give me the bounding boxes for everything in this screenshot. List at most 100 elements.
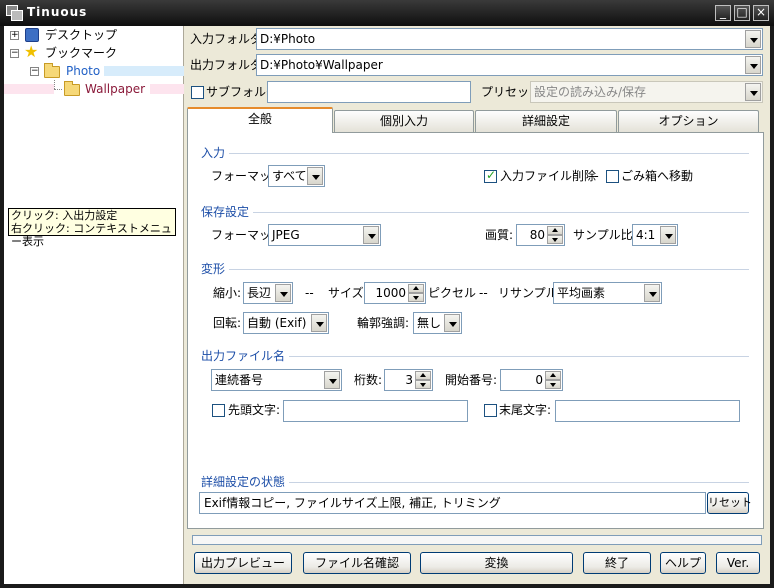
spin-up-icon[interactable] <box>545 371 561 380</box>
chevron-down-icon[interactable] <box>644 284 660 302</box>
size-stepper[interactable]: 1000 <box>364 282 426 304</box>
start-number-stepper[interactable]: 0 <box>500 369 563 391</box>
spin-down-icon[interactable] <box>415 380 431 389</box>
spin-up-icon[interactable] <box>408 284 424 293</box>
exit-button[interactable]: 終了 <box>583 552 651 574</box>
save-format-select[interactable]: JPEG <box>268 224 381 246</box>
chevron-down-icon[interactable] <box>745 83 761 101</box>
chevron-down-icon[interactable] <box>444 314 460 332</box>
chevron-down-icon[interactable] <box>363 226 379 244</box>
spin-up-icon[interactable] <box>547 226 563 235</box>
input-folder-value: D:¥Photo <box>260 32 316 46</box>
bookmark-highlight <box>4 84 54 94</box>
spin-down-icon[interactable] <box>547 235 563 244</box>
input-folder-combo[interactable]: D:¥Photo <box>256 28 763 50</box>
edge-enhance-label: 輪郭強調: <box>357 316 410 330</box>
shrink-label: 縮小: <box>213 286 242 300</box>
window-title: Tinuous <box>27 5 88 19</box>
tree-item-photo[interactable]: − Photo <box>4 62 184 80</box>
input-group-title: 入力 <box>201 145 230 161</box>
preset-combo[interactable]: 設定の読み込み/保存 <box>530 81 763 103</box>
size-value: 1000 <box>375 286 406 300</box>
chevron-down-icon[interactable] <box>745 56 761 74</box>
tree-line <box>54 80 55 89</box>
tab-general[interactable]: 全般 <box>187 107 333 133</box>
edge-enhance-value: 無し <box>417 316 442 330</box>
separator-text: -- <box>305 286 314 300</box>
prefix-checkbox[interactable] <box>212 404 225 417</box>
save-format-value: JPEG <box>272 228 300 242</box>
quality-value: 80 <box>529 228 545 242</box>
filename-mode-select[interactable]: 連続番号 <box>211 369 342 391</box>
reset-button[interactable]: リセット <box>707 492 752 514</box>
spin-down-icon[interactable] <box>545 380 561 389</box>
start-number-label: 開始番号: <box>445 373 498 387</box>
help-button[interactable]: ヘルプ <box>660 552 706 574</box>
digits-value: 3 <box>405 373 413 387</box>
sample-ratio-select[interactable]: 4:1 <box>632 224 678 246</box>
pixel-unit-label: ピクセル <box>428 286 477 300</box>
input-format-value: すべて <box>272 169 307 183</box>
star-icon: ★ <box>24 42 39 61</box>
output-folder-label: 出力フォルダ: <box>190 58 267 72</box>
close-button[interactable]: × <box>753 5 769 21</box>
spin-up-icon[interactable] <box>415 371 431 380</box>
desktop-icon <box>25 28 39 42</box>
input-folder-label: 入力フォルダ: <box>190 32 267 46</box>
tree-item-bookmark[interactable]: − ★ ブックマーク <box>4 42 184 62</box>
folder-icon <box>44 63 60 78</box>
minimize-button[interactable]: _ <box>715 5 731 21</box>
preset-value: 設定の読み込み/保存 <box>534 85 647 99</box>
chevron-down-icon[interactable] <box>324 371 340 389</box>
suffix-input[interactable] <box>555 400 740 422</box>
delete-input-checkbox[interactable] <box>484 168 497 183</box>
resample-select[interactable]: 平均画素 <box>553 282 662 304</box>
convert-button[interactable]: 変換 <box>420 552 573 574</box>
output-preview-button[interactable]: 出力プレビュー <box>194 552 292 574</box>
tree-line <box>54 89 62 90</box>
filename-group-title: 出力ファイル名 <box>201 348 290 364</box>
quality-stepper[interactable]: 80 <box>516 224 565 246</box>
collapse-icon[interactable]: − <box>30 67 39 76</box>
collapse-icon[interactable]: − <box>10 49 19 58</box>
rotate-select[interactable]: 自動 (Exif) <box>243 312 329 334</box>
prefix-input[interactable] <box>283 400 468 422</box>
prefix-label: 先頭文字: <box>228 403 281 417</box>
subfolder-checkbox[interactable] <box>191 86 204 99</box>
filename-mode-value: 連続番号 <box>215 373 264 387</box>
spin-down-icon[interactable] <box>408 293 424 302</box>
advanced-status-display: Exif情報コピー, ファイルサイズ上限, 補正, トリミング <box>199 492 706 514</box>
tree-item-label: Wallpaper <box>85 82 146 96</box>
chevron-down-icon[interactable] <box>660 226 676 244</box>
filename-check-button[interactable]: ファイル名確認 <box>303 552 411 574</box>
suffix-checkbox[interactable] <box>484 404 497 417</box>
tree-item-wallpaper[interactable]: Wallpaper <box>4 80 184 98</box>
folder-tree[interactable]: + デスクトップ − ★ ブックマーク − Photo Wallpaper <box>4 26 184 584</box>
move-to-trash-checkbox[interactable] <box>606 170 619 183</box>
tooltip-line: クリック: 入出力設定 <box>11 209 118 222</box>
rotate-label: 回転: <box>213 316 242 330</box>
tab-options[interactable]: オプション <box>618 110 759 132</box>
tab-advanced[interactable]: 詳細設定 <box>475 110 617 132</box>
window-frame-right <box>770 26 774 588</box>
subfolder-input[interactable] <box>267 81 471 103</box>
edge-enhance-select[interactable]: 無し <box>413 312 462 334</box>
chevron-down-icon[interactable] <box>745 30 761 48</box>
expand-icon[interactable]: + <box>10 31 19 40</box>
sample-ratio-label: サンプル比: <box>573 228 637 242</box>
chevron-down-icon[interactable] <box>275 284 291 302</box>
chevron-down-icon[interactable] <box>307 167 323 185</box>
rotate-value: 自動 (Exif) <box>247 316 307 330</box>
window-frame-bottom <box>0 584 774 588</box>
output-folder-value: D:¥Photo¥Wallpaper <box>260 58 383 72</box>
digits-stepper[interactable]: 3 <box>384 369 433 391</box>
suffix-label: 末尾文字: <box>499 403 552 417</box>
input-format-select[interactable]: すべて <box>268 165 325 187</box>
maximize-button[interactable]: □ <box>734 5 750 21</box>
output-folder-combo[interactable]: D:¥Photo¥Wallpaper <box>256 54 763 76</box>
chevron-down-icon[interactable] <box>311 314 327 332</box>
tree-item-label: Photo <box>66 64 101 78</box>
shrink-select[interactable]: 長辺 <box>243 282 293 304</box>
version-button[interactable]: Ver. <box>716 552 760 574</box>
tab-individual-input[interactable]: 個別入力 <box>334 110 474 132</box>
